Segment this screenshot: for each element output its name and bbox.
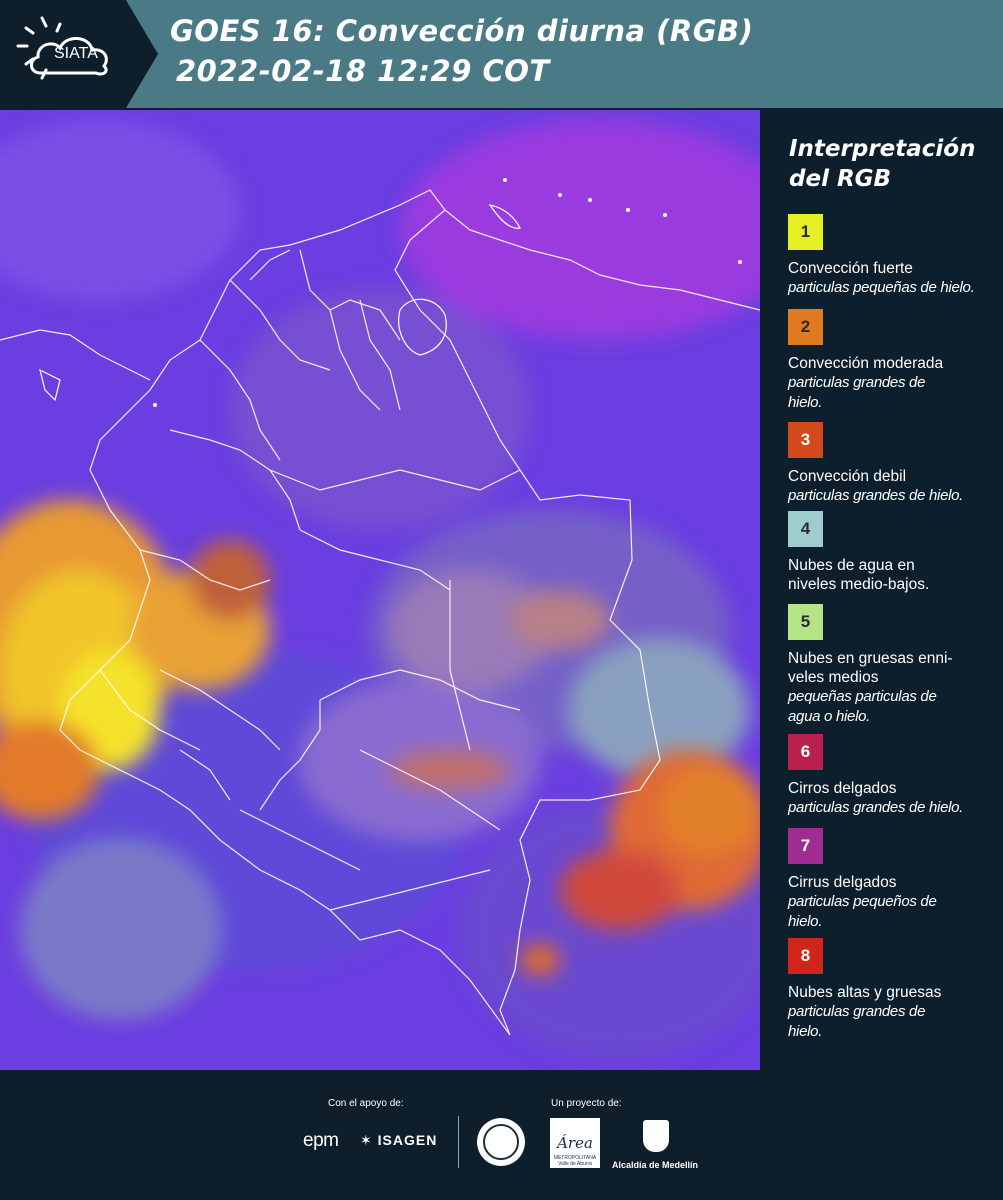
area-logo-text: Área [557,1134,593,1152]
legend-swatch: 4 [788,511,823,547]
legend-item-1: 1 Convección fuerte particulas pequeñas … [788,214,998,298]
project-label: Un proyecto de: [551,1098,622,1109]
footer-divider [458,1116,459,1168]
isagen-logo: ✶ ISAGEN [360,1132,437,1149]
legend-item-6: 6 Cirros delgados particulas grandes de … [788,734,998,818]
footer: Con el apoyo de: Un proyecto de: epm ✶ I… [0,1070,1003,1200]
legend-item-2: 2 Convección moderada particulas grandes… [788,309,998,413]
legend-desc: particulas pequeños de hielo. [788,893,937,930]
legend-label: Cirrus delgados [788,874,897,891]
legend-swatch: 6 [788,734,823,770]
page-title: GOES 16: Convección diurna (RGB) [170,14,754,48]
legend-label: Convección moderada [788,355,944,372]
legend-label: Nubes de agua en niveles medio-bajos. [788,557,930,593]
legend-item-5: 5 Nubes en gruesas enni- veles medios pe… [788,604,998,727]
legend-desc: pequeñas particulas de agua o hielo. [788,688,937,725]
legend-label: Nubes altas y gruesas [788,984,942,1001]
area-metropolitana-logo: Área METROPOLITANA Valle de Aburrá [550,1118,600,1168]
isagen-star-icon: ✶ [360,1132,373,1148]
medellin-crest-icon [643,1120,669,1152]
legend-label: Cirros delgados [788,780,897,797]
legend-desc: particulas pequeñas de hielo. [788,279,975,296]
legend-item-4: 4 Nubes de agua en niveles medio-bajos. [788,511,998,594]
header-bar: SIATA GOES 16: Convección diurna (RGB) 2… [0,0,1003,108]
seal-inner [483,1124,519,1160]
satellite-map [0,110,760,1070]
alcaldia-label: Alcaldía de Medellín [612,1160,699,1170]
university-seal-logo [477,1118,525,1166]
legend-label: Convección debil [788,468,907,485]
legend-swatch: 8 [788,938,823,974]
support-label: Con el apoyo de: [328,1098,404,1109]
legend-desc: particulas grandes de hielo. [788,487,964,504]
legend-title-line1: Interpretación [789,136,976,162]
legend-desc: particulas grandes de hielo. [788,1003,926,1040]
legend-panel: Interpretación del RGB 1 Convección fuer… [765,110,1003,1070]
legend-label: Nubes en gruesas enni- veles medios [788,650,953,686]
isagen-text: ISAGEN [377,1132,438,1148]
legend-item-7: 7 Cirrus delgados particulas pequeños de… [788,828,998,932]
legend-label: Convección fuerte [788,260,913,277]
legend-desc: particulas grandes de hielo. [788,374,926,411]
legend-item-8: 8 Nubes altas y gruesas particulas grand… [788,938,998,1042]
legend-title-line2: del RGB [789,166,892,192]
legend-swatch: 3 [788,422,823,458]
epm-logo: epm [303,1130,339,1151]
legend-item-3: 3 Convección debil particulas grandes de… [788,422,998,506]
legend-swatch: 2 [788,309,823,345]
legend-desc: particulas grandes de hielo. [788,799,964,816]
legend-swatch: 1 [788,214,823,250]
legend-title: Interpretación del RGB [789,134,999,194]
legend-swatch: 7 [788,828,823,864]
area-logo-sub: METROPOLITANA Valle de Aburrá [553,1155,597,1167]
legend-swatch: 5 [788,604,823,640]
timestamp: 2022-02-18 12:29 COT [176,54,550,88]
siata-logo: SIATA [0,0,158,108]
logo-text: SIATA [54,45,98,62]
